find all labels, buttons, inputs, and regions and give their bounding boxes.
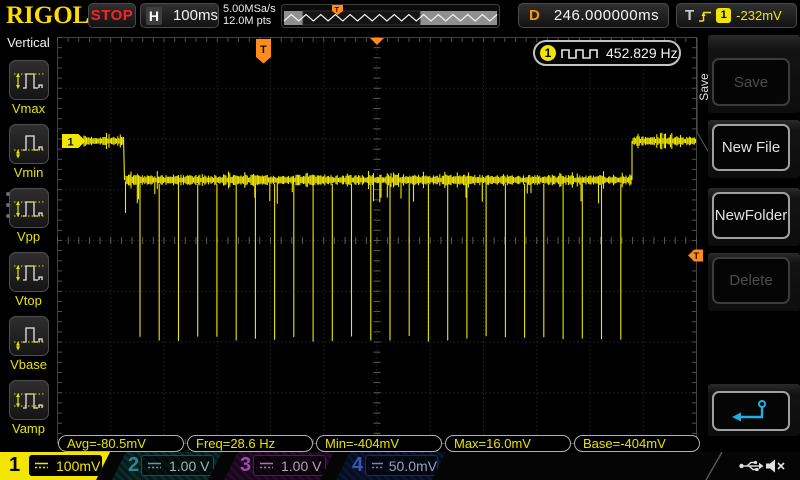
menu-item-vbase[interactable]: Vbase xyxy=(0,316,57,372)
measurement-freq[interactable]: Freq=28.6 Hz xyxy=(187,435,313,452)
acquisition-readout: 5.00MSa/s 12.0M pts xyxy=(223,4,276,27)
speaker-muted-icon xyxy=(764,457,788,475)
menu-item-vamp[interactable]: Vamp xyxy=(0,380,57,436)
graticule-and-trace: T 1 T xyxy=(57,32,705,452)
freq-counter-source-badge: 1 xyxy=(540,45,556,61)
vpp-icon xyxy=(12,193,46,223)
menu-item-label: Vtop xyxy=(0,293,57,308)
timebase-value: 100ms xyxy=(173,7,218,24)
top-bar: RIGOL STOP H 100ms 5.00MSa/s 12.0M pts T… xyxy=(0,0,800,31)
channel-4-tab[interactable]: 4 50.0mV xyxy=(336,452,446,480)
menu-page-dot xyxy=(6,192,10,196)
left-measure-menu: Vertical Vmax Vmin xyxy=(0,32,57,452)
vbase-icon xyxy=(12,321,46,351)
measurement-avg[interactable]: Avg=-80.5mV xyxy=(58,435,184,452)
softkey-save[interactable]: Save xyxy=(712,58,790,106)
waveform-preview-bar[interactable]: T xyxy=(281,4,500,28)
delay-value: 246.000000ms xyxy=(554,7,659,24)
svg-text:T: T xyxy=(335,7,340,14)
svg-text:1: 1 xyxy=(68,137,74,149)
menu-item-label: Vmin xyxy=(0,165,57,180)
measurement-min[interactable]: Min=-404mV xyxy=(316,435,442,452)
vtop-icon xyxy=(12,257,46,287)
memory-depth: 12.0M pts xyxy=(223,16,276,28)
dc-coupling-icon xyxy=(147,461,163,470)
timebase-box[interactable]: H 100ms xyxy=(140,3,219,28)
channel-number: 3 xyxy=(240,454,251,477)
measurement-max[interactable]: Max=16.0mV xyxy=(445,435,571,452)
measurement-text: Avg=-80.5mV xyxy=(67,436,146,451)
softkey-back[interactable] xyxy=(712,391,790,431)
run-state-label: STOP xyxy=(91,7,134,24)
vmin-icon xyxy=(12,129,46,159)
measurement-text: Base=-404mV xyxy=(583,436,666,451)
channel-1-tab[interactable]: 1 100mV xyxy=(0,452,110,480)
dc-coupling-icon xyxy=(259,461,275,470)
channel-3-tab[interactable]: 3 1.00 V xyxy=(224,452,334,480)
menu-item-vmax[interactable]: Vmax xyxy=(0,60,57,116)
trigger-box[interactable]: T 1 -232mV xyxy=(676,3,797,28)
delay-label: D xyxy=(529,7,540,24)
menu-page-dot xyxy=(6,203,10,207)
vmax-icon xyxy=(12,65,46,95)
channel-scale: 1.00 V xyxy=(281,458,321,474)
trigger-source-badge: 1 xyxy=(716,8,731,23)
channel-scale: 100mV xyxy=(56,458,100,474)
timebase-label: H xyxy=(146,7,162,25)
menu-page-dot xyxy=(6,214,10,218)
trigger-level-value: -232mV xyxy=(736,8,782,23)
menu-item-vmin[interactable]: Vmin xyxy=(0,124,57,180)
channel-status-bar: 1 100mV 2 1.00 V 3 1.00 V 4 xyxy=(0,452,800,480)
softkey-delete[interactable]: Delete xyxy=(712,257,790,304)
scope-display: T 1 T 1 452.829 Hz Avg=-80.5mV Freq=28.6… xyxy=(57,32,705,452)
channel-scale: 50.0mV xyxy=(389,458,437,474)
measurement-base[interactable]: Base=-404mV xyxy=(574,435,700,452)
menu-item-label: Vpp xyxy=(0,229,57,244)
measurement-text: Min=-404mV xyxy=(325,436,399,451)
freq-counter-value: 452.829 Hz xyxy=(606,45,678,61)
channel-2-tab[interactable]: 2 1.00 V xyxy=(112,452,222,480)
softkey-new-file[interactable]: New File xyxy=(712,124,790,171)
measurement-text: Freq=28.6 Hz xyxy=(196,436,275,451)
brand-logo: RIGOL xyxy=(6,2,89,30)
svg-text:T: T xyxy=(260,44,267,56)
softkey-new-folder[interactable]: NewFolder xyxy=(712,192,790,239)
channel-number: 2 xyxy=(128,454,139,477)
frequency-counter: 1 452.829 Hz xyxy=(533,40,681,66)
dc-coupling-icon xyxy=(371,461,383,470)
oscilloscope-screen: RIGOL STOP H 100ms 5.00MSa/s 12.0M pts T… xyxy=(0,0,800,480)
right-softkey-menu: Save Save New File NewFolder Delete xyxy=(696,32,800,452)
usb-icon xyxy=(738,458,765,474)
return-arrow-icon xyxy=(728,397,774,425)
menu-item-vtop[interactable]: Vtop xyxy=(0,252,57,308)
menu-item-label: Vamp xyxy=(0,421,57,436)
trigger-slope-icon xyxy=(698,8,712,24)
channel-number: 4 xyxy=(352,454,363,477)
dc-coupling-icon xyxy=(34,461,50,470)
channel-number: 1 xyxy=(9,454,20,477)
trigger-label: T xyxy=(685,7,694,24)
menu-item-label: Vbase xyxy=(0,357,57,372)
measurement-text: Max=16.0mV xyxy=(454,436,531,451)
delay-box[interactable]: D 246.000000ms xyxy=(518,3,669,28)
sample-rate: 5.00MSa/s xyxy=(223,4,276,16)
left-menu-title: Vertical xyxy=(0,35,57,50)
channel-scale: 1.00 V xyxy=(169,458,209,474)
vamp-icon xyxy=(12,385,46,415)
run-state-button[interactable]: STOP xyxy=(88,3,136,28)
square-wave-icon xyxy=(561,46,601,60)
status-divider xyxy=(702,452,726,480)
menu-item-label: Vmax xyxy=(0,101,57,116)
